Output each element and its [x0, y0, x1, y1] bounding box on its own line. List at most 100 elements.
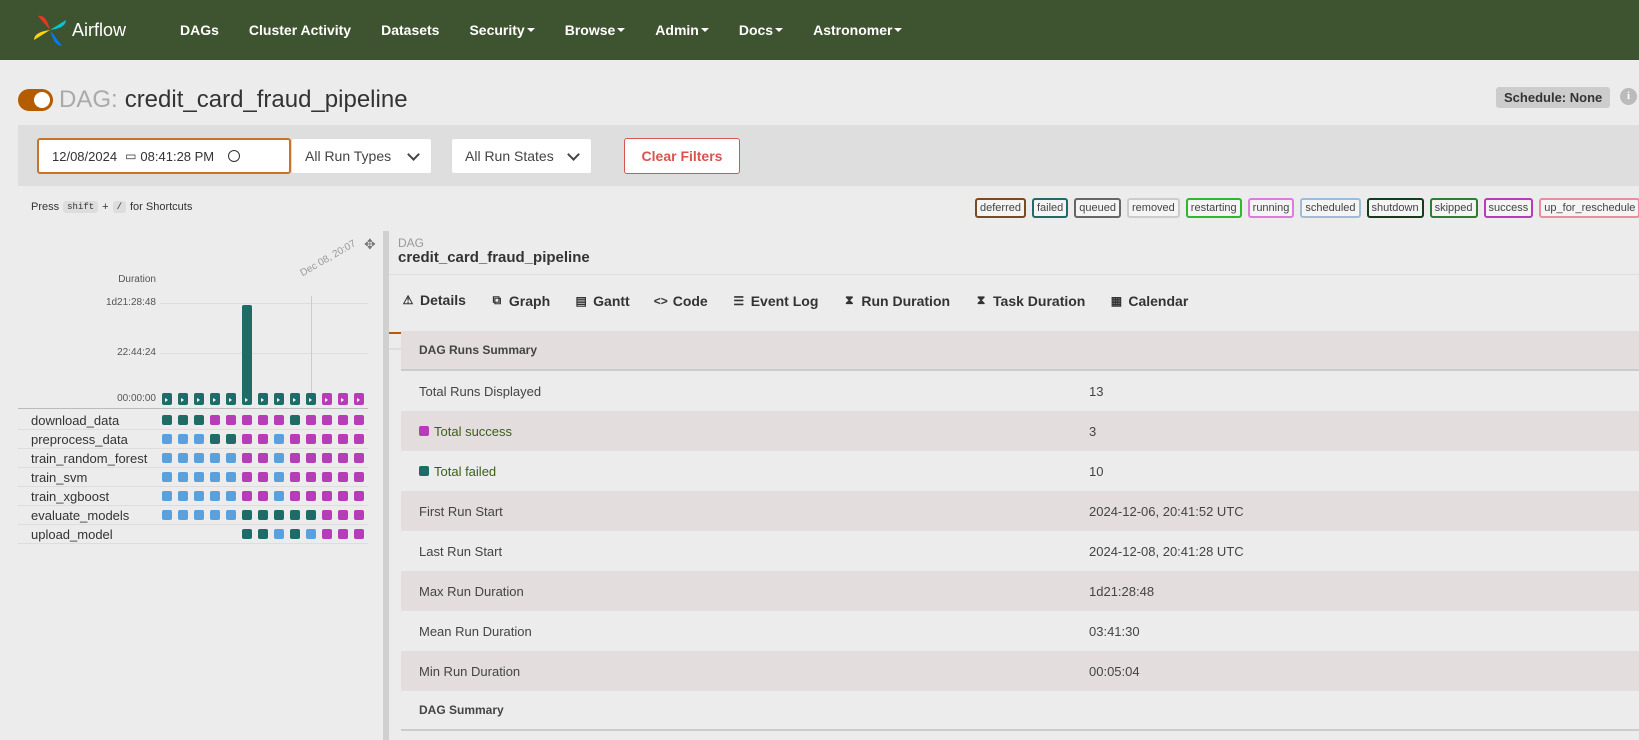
task-instance-cell[interactable]	[322, 415, 332, 425]
task-row[interactable]: download_data	[18, 411, 368, 430]
task-instance-cell[interactable]	[306, 434, 316, 444]
task-instance-cell[interactable]	[178, 453, 188, 463]
legend-failed[interactable]: failed	[1031, 198, 1069, 218]
task-instance-cell[interactable]	[274, 529, 284, 539]
legend-scheduled[interactable]: scheduled	[1300, 198, 1361, 218]
task-instance-cell[interactable]	[354, 491, 364, 501]
nav-dags[interactable]: DAGs	[165, 22, 234, 38]
task-instance-cell[interactable]	[178, 434, 188, 444]
task-instance-cell[interactable]	[242, 529, 252, 539]
task-instance-cell[interactable]	[354, 434, 364, 444]
airflow-logo[interactable]: Airflow	[32, 12, 165, 48]
nav-admin[interactable]: Admin	[640, 22, 724, 38]
nav-astronomer[interactable]: Astronomer	[798, 22, 917, 38]
tab-graph[interactable]: ⧉ Graph	[478, 267, 562, 334]
task-instance-cell[interactable]	[290, 472, 300, 482]
legend-success[interactable]: success	[1483, 198, 1534, 218]
task-instance-cell[interactable]	[322, 453, 332, 463]
legend-skipped[interactable]: skipped	[1429, 198, 1478, 218]
tab-event-log[interactable]: ☰ Event Log	[720, 267, 831, 334]
task-instance-cell[interactable]	[210, 415, 220, 425]
run-bar[interactable]	[226, 393, 236, 405]
task-name[interactable]: evaluate_models	[18, 508, 158, 523]
task-instance-cell[interactable]	[306, 472, 316, 482]
task-instance-cell[interactable]	[322, 472, 332, 482]
tab-details[interactable]: ⚠ Details	[389, 267, 478, 334]
legend-running[interactable]: running	[1247, 198, 1295, 218]
task-instance-cell[interactable]	[354, 472, 364, 482]
task-instance-cell[interactable]	[322, 529, 332, 539]
run-bar[interactable]	[162, 393, 172, 405]
task-instance-cell[interactable]	[258, 415, 268, 425]
nav-docs[interactable]: Docs	[724, 22, 798, 38]
task-instance-cell[interactable]	[194, 491, 204, 501]
task-instance-cell[interactable]	[290, 453, 300, 463]
task-instance-cell[interactable]	[306, 510, 316, 520]
task-instance-cell[interactable]	[290, 491, 300, 501]
task-instance-cell[interactable]	[274, 453, 284, 463]
task-instance-cell[interactable]	[194, 453, 204, 463]
task-name[interactable]: train_svm	[18, 470, 158, 485]
run-bar[interactable]	[290, 393, 300, 405]
run-bar[interactable]	[210, 393, 220, 405]
task-row[interactable]: evaluate_models	[18, 506, 368, 525]
task-instance-cell[interactable]	[306, 453, 316, 463]
run-bar[interactable]	[194, 393, 204, 405]
task-instance-cell[interactable]	[258, 434, 268, 444]
task-instance-cell[interactable]	[258, 453, 268, 463]
task-instance-cell[interactable]	[210, 472, 220, 482]
run-states-select[interactable]: All Run States	[451, 138, 592, 174]
legend-up-for-reschedule[interactable]: up_for_reschedule	[1539, 198, 1639, 218]
task-row[interactable]: preprocess_data	[18, 430, 368, 449]
task-instance-cell[interactable]	[306, 415, 316, 425]
task-instance-cell[interactable]	[242, 472, 252, 482]
run-bar[interactable]	[354, 393, 364, 405]
task-instance-cell[interactable]	[354, 510, 364, 520]
task-name[interactable]: train_xgboost	[18, 489, 158, 504]
task-instance-cell[interactable]	[258, 529, 268, 539]
task-instance-cell[interactable]	[338, 510, 348, 520]
task-instance-cell[interactable]	[274, 510, 284, 520]
legend-restarting[interactable]: restarting	[1185, 198, 1242, 218]
task-instance-cell[interactable]	[162, 453, 172, 463]
task-instance-cell[interactable]	[258, 510, 268, 520]
task-row[interactable]: upload_model	[18, 525, 368, 544]
legend-queued[interactable]: queued	[1074, 198, 1121, 218]
task-instance-cell[interactable]	[162, 510, 172, 520]
task-instance-cell[interactable]	[354, 415, 364, 425]
task-instance-cell[interactable]	[258, 491, 268, 501]
tab-calendar[interactable]: ▦ Calendar	[1097, 267, 1200, 334]
base-date-input[interactable]: 12/08/2024 ▭ 08:41:28 PM	[37, 138, 291, 174]
task-instance-cell[interactable]	[226, 472, 236, 482]
task-instance-cell[interactable]	[210, 434, 220, 444]
task-instance-cell[interactable]	[210, 453, 220, 463]
task-instance-cell[interactable]	[354, 529, 364, 539]
task-instance-cell[interactable]	[274, 434, 284, 444]
task-name[interactable]: preprocess_data	[18, 432, 158, 447]
task-instance-cell[interactable]	[162, 415, 172, 425]
task-instance-cell[interactable]	[194, 510, 204, 520]
task-instance-cell[interactable]	[322, 510, 332, 520]
task-instance-cell[interactable]	[226, 453, 236, 463]
run-bar[interactable]	[306, 393, 316, 405]
legend-deferred[interactable]: deferred	[975, 198, 1026, 218]
clear-filters-button[interactable]: Clear Filters	[624, 138, 740, 174]
task-instance-cell[interactable]	[210, 510, 220, 520]
task-instance-cell[interactable]	[242, 491, 252, 501]
task-instance-cell[interactable]	[338, 434, 348, 444]
summary-key-text[interactable]: Total failed	[434, 464, 496, 479]
tab-task-duration[interactable]: ⧗ Task Duration	[962, 267, 1097, 334]
summary-key-text[interactable]: Total success	[434, 424, 512, 439]
run-bar[interactable]	[274, 393, 284, 405]
task-instance-cell[interactable]	[162, 491, 172, 501]
task-instance-cell[interactable]	[338, 415, 348, 425]
task-instance-cell[interactable]	[226, 434, 236, 444]
task-instance-cell[interactable]	[178, 510, 188, 520]
nav-datasets[interactable]: Datasets	[366, 22, 454, 38]
run-bar[interactable]	[322, 393, 332, 405]
task-instance-cell[interactable]	[194, 434, 204, 444]
task-instance-cell[interactable]	[274, 472, 284, 482]
task-name[interactable]: train_random_forest	[18, 451, 158, 466]
task-instance-cell[interactable]	[226, 491, 236, 501]
task-instance-cell[interactable]	[242, 510, 252, 520]
